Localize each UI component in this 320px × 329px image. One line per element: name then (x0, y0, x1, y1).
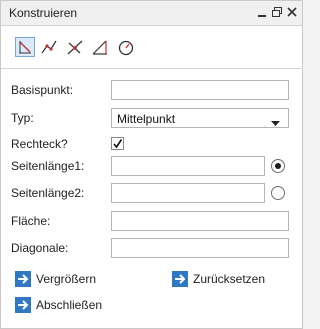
vergroessern-button[interactable]: Vergrößern (15, 271, 125, 289)
construct-panel: Konstruieren Basispunkt: Typ: Mittelpunk… (0, 0, 303, 329)
seitenlaenge2-label: Seitenlänge2: (11, 186, 85, 200)
typ-label: Typ: (11, 111, 34, 125)
close-icon[interactable] (285, 5, 299, 19)
restore-icon[interactable] (270, 5, 284, 19)
flaeche-input[interactable] (111, 211, 289, 231)
rechteck-label: Rechteck? (11, 137, 68, 151)
dropdown-arrow-icon (271, 116, 280, 130)
seitenlaenge2-radio[interactable] (271, 186, 285, 200)
zuruecksetzen-label: Zurücksetzen (193, 272, 266, 286)
arrow-right-icon (15, 271, 31, 287)
radio-selected-dot (275, 163, 281, 169)
basispunkt-label: Basispunkt: (11, 83, 74, 97)
point-line-tool-icon[interactable] (15, 37, 35, 57)
window-title: Konstruieren (9, 6, 78, 20)
diagonale-input[interactable] (111, 238, 289, 258)
abschliessen-label: Abschließen (36, 298, 103, 312)
circle-tool-icon[interactable] (116, 37, 136, 57)
abschliessen-button[interactable]: Abschließen (15, 297, 125, 315)
arrow-right-icon (15, 297, 31, 313)
arrow-right-icon (172, 271, 188, 287)
title-bar: Konstruieren (1, 1, 302, 26)
seitenlaenge2-input[interactable] (111, 183, 265, 203)
seitenlaenge1-label: Seitenlänge1: (11, 159, 85, 173)
typ-select[interactable]: Mittelpunkt (111, 108, 289, 128)
diagonale-label: Diagonale: (11, 241, 69, 255)
zuruecksetzen-button[interactable]: Zurücksetzen (172, 271, 292, 289)
construct-toolbar (1, 26, 302, 69)
rechteck-checkbox[interactable] (111, 137, 124, 150)
intersection-tool-icon[interactable] (65, 37, 85, 57)
polyline-tool-icon[interactable] (39, 37, 59, 57)
flaeche-label: Fläche: (11, 214, 51, 228)
seitenlaenge1-input[interactable] (111, 156, 265, 176)
checkmark-icon (113, 139, 123, 149)
seitenlaenge1-radio[interactable] (271, 159, 285, 173)
vergroessern-label: Vergrößern (36, 272, 97, 286)
angle-tool-icon[interactable] (90, 37, 110, 57)
basispunkt-input[interactable] (111, 80, 289, 100)
typ-select-value: Mittelpunkt (117, 112, 176, 126)
minimize-icon[interactable] (255, 5, 269, 19)
